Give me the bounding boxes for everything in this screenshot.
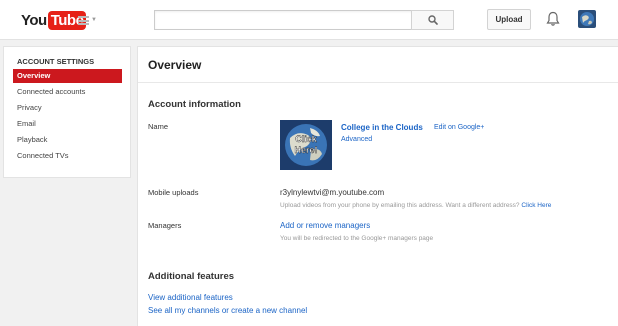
overview-panel: Overview Account information Name Click …: [137, 46, 618, 326]
edit-on-google-plus-link[interactable]: Edit on Google+: [434, 124, 484, 131]
title-divider: [138, 82, 618, 83]
channel-name-link[interactable]: College in the Clouds: [341, 123, 423, 132]
account-settings-sidebar: ACCOUNT SETTINGS Overview Connected acco…: [3, 46, 131, 178]
name-label: Name: [148, 122, 169, 131]
logo-you-text: You: [21, 11, 47, 29]
view-additional-features-link[interactable]: View additional features: [148, 293, 233, 302]
mobile-uploads-label: Mobile uploads: [148, 188, 199, 197]
profile-text-click: Click: [295, 134, 318, 144]
managers-label: Managers: [148, 221, 182, 230]
mobile-upload-email: r3ylnylewtvi@m.youtube.com: [280, 188, 385, 197]
search-button[interactable]: [411, 10, 454, 30]
sidebar-item-email[interactable]: Email: [13, 117, 122, 131]
search-input[interactable]: [154, 10, 412, 30]
globe-avatar-icon: [578, 10, 596, 28]
sidebar-item-privacy[interactable]: Privacy: [13, 101, 122, 115]
sidebar-item-playback[interactable]: Playback: [13, 133, 122, 147]
notifications-button[interactable]: [546, 11, 560, 27]
sidebar-item-overview[interactable]: Overview: [13, 69, 122, 83]
youtube-logo[interactable]: You Tube: [21, 9, 87, 31]
additional-features-heading: Additional features: [148, 271, 235, 282]
profile-text-here: Here!: [294, 145, 317, 155]
bell-icon: [546, 11, 560, 26]
account-avatar[interactable]: [578, 10, 596, 28]
mobile-upload-hint-text: Upload videos from your phone by emailin…: [280, 202, 520, 209]
sidebar-item-connected-accounts[interactable]: Connected accounts: [13, 85, 122, 99]
menu-icon: [78, 15, 89, 25]
see-all-channels-link[interactable]: See all my channels or create a new chan…: [148, 306, 307, 315]
globe-profile-icon: Click Here!: [280, 120, 332, 170]
sidebar-item-connected-tvs[interactable]: Connected TVs: [13, 149, 122, 163]
page-title: Overview: [148, 58, 202, 72]
guide-menu-button[interactable]: ▼: [78, 13, 98, 27]
mobile-upload-hint: Upload videos from your phone by emailin…: [280, 202, 551, 209]
upload-button[interactable]: Upload: [487, 9, 531, 30]
search-icon: [427, 15, 438, 25]
managers-hint: You will be redirected to the Google+ ma…: [280, 235, 434, 242]
add-remove-managers-link[interactable]: Add or remove managers: [280, 221, 370, 230]
sidebar-title: ACCOUNT SETTINGS: [17, 57, 95, 66]
account-information-heading: Account information: [148, 99, 241, 110]
profile-picture[interactable]: Click Here!: [280, 120, 332, 170]
masthead: You Tube ▼ Upload: [0, 0, 618, 40]
click-here-link[interactable]: Click Here: [521, 202, 551, 209]
chevron-down-icon: ▼: [91, 17, 97, 23]
advanced-link[interactable]: Advanced: [341, 136, 372, 143]
